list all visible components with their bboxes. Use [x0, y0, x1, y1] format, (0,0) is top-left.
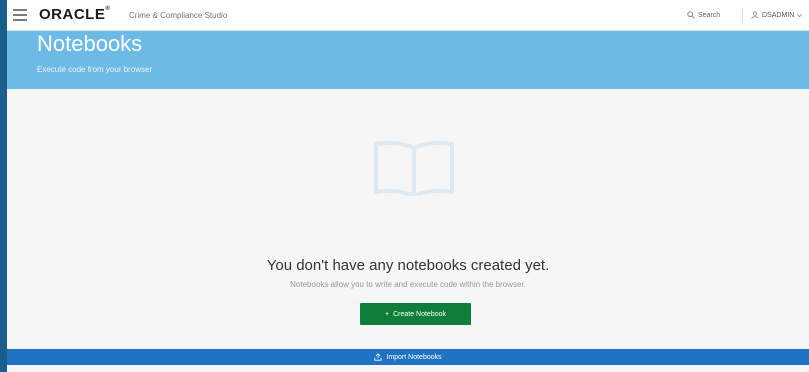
logo-text: ORACLE: [39, 6, 106, 23]
page-header: Notebooks Execute code from your browser: [7, 31, 809, 89]
chevron-down-icon: [797, 13, 803, 17]
user-icon: [751, 11, 759, 19]
book-open-icon: [374, 141, 454, 196]
menu-icon[interactable]: [13, 9, 27, 21]
user-menu[interactable]: DSADMIN: [751, 11, 803, 19]
user-name: DSADMIN: [762, 11, 795, 19]
plus-icon: +: [384, 310, 390, 318]
page-title: Notebooks: [37, 31, 143, 56]
search-button[interactable]: Search: [687, 11, 720, 19]
import-notebooks-button[interactable]: Import Notebooks: [7, 349, 809, 365]
create-notebook-button[interactable]: + Create Notebook: [360, 303, 471, 325]
logo-mark: ®: [105, 6, 111, 12]
top-bar: ORACLE® Crime & Compliance Studio Search…: [7, 0, 809, 31]
empty-state-description: Notebooks allow you to write and execute…: [290, 280, 526, 289]
upload-icon: [374, 353, 382, 361]
page-subtitle: Execute code from your browser: [37, 65, 153, 74]
import-notebooks-label: Import Notebooks: [386, 353, 442, 361]
bottom-strip: [7, 365, 809, 372]
app-frame: ORACLE® Crime & Compliance Studio Search…: [7, 0, 809, 372]
search-label: Search: [698, 11, 721, 19]
search-icon: [687, 11, 695, 19]
oracle-logo[interactable]: ORACLE®: [39, 6, 110, 23]
empty-state-title: You don't have any notebooks created yet…: [266, 257, 550, 274]
create-notebook-label: Create Notebook: [393, 310, 446, 318]
product-name: Crime & Compliance Studio: [129, 11, 228, 20]
topbar-divider: [742, 8, 743, 22]
